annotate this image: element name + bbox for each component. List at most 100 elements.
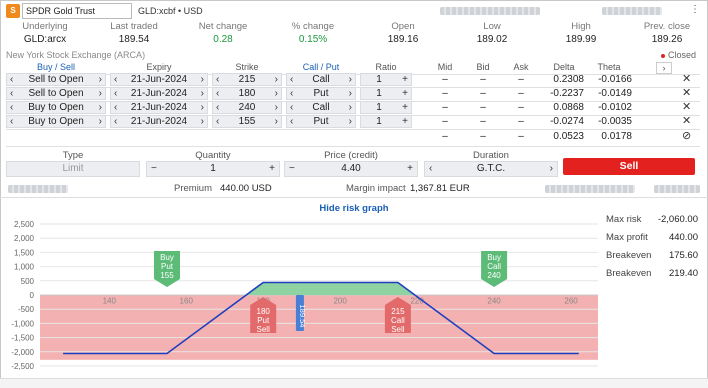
- ratio-value[interactable]: 1: [361, 88, 397, 99]
- ratio-stepper[interactable]: 1 +: [360, 115, 412, 128]
- call-put-select[interactable]: ‹ Put ›: [286, 115, 356, 128]
- ratio-stepper[interactable]: 1 +: [360, 101, 412, 114]
- theta-value: -0.0166: [598, 74, 632, 85]
- instrument-search-input[interactable]: SPDR Gold Trust: [22, 3, 132, 19]
- chevron-right-icon[interactable]: ›: [550, 162, 553, 176]
- duration-value[interactable]: G.T.C.: [477, 163, 505, 174]
- call-put-select[interactable]: ‹ Call ›: [286, 73, 356, 86]
- chevron-left-icon[interactable]: ‹: [10, 74, 13, 85]
- chevron-right-icon[interactable]: ›: [99, 116, 102, 127]
- ratio-stepper[interactable]: 1 +: [360, 87, 412, 100]
- window-menu-icon[interactable]: ⋮: [690, 3, 700, 17]
- strike-select[interactable]: ‹ 155 ›: [212, 115, 282, 128]
- strike-value[interactable]: 215: [223, 74, 271, 85]
- clear-all-icon[interactable]: ⊘: [682, 130, 691, 143]
- expiry-value[interactable]: 21-Jun-2024: [121, 116, 197, 127]
- chevron-left-icon[interactable]: ‹: [290, 102, 293, 113]
- expiry-value[interactable]: 21-Jun-2024: [121, 102, 197, 113]
- chevron-left-icon[interactable]: ‹: [114, 102, 117, 113]
- expiry-select[interactable]: ‹ 21-Jun-2024 ›: [110, 101, 208, 114]
- side-value[interactable]: Buy to Open: [17, 102, 95, 113]
- expiry-select[interactable]: ‹ 21-Jun-2024 ›: [110, 115, 208, 128]
- quantity-value[interactable]: 1: [210, 163, 216, 174]
- chevron-right-icon[interactable]: ›: [275, 88, 278, 99]
- duration-select[interactable]: ‹ G.T.C. ›: [424, 161, 558, 177]
- expiry-select[interactable]: ‹ 21-Jun-2024 ›: [110, 73, 208, 86]
- plus-icon[interactable]: +: [407, 162, 413, 176]
- call-put-value[interactable]: Put: [297, 116, 345, 127]
- side-value[interactable]: Sell to Open: [17, 88, 95, 99]
- chevron-right-icon[interactable]: ›: [99, 88, 102, 99]
- remove-leg-icon[interactable]: ✕: [682, 101, 691, 114]
- chevron-right-icon[interactable]: ›: [349, 116, 352, 127]
- call-put-select[interactable]: ‹ Put ›: [286, 87, 356, 100]
- call-put-value[interactable]: Call: [297, 102, 345, 113]
- expiry-value[interactable]: 21-Jun-2024: [121, 74, 197, 85]
- minus-icon[interactable]: −: [289, 162, 295, 176]
- strike-select[interactable]: ‹ 215 ›: [212, 73, 282, 86]
- chevron-right-icon[interactable]: ›: [349, 102, 352, 113]
- strike-select[interactable]: ‹ 180 ›: [212, 87, 282, 100]
- chevron-right-icon[interactable]: ›: [275, 116, 278, 127]
- strike-value[interactable]: 155: [223, 116, 271, 127]
- price-stepper[interactable]: − 4.40 +: [284, 161, 418, 177]
- chevron-left-icon[interactable]: ‹: [290, 88, 293, 99]
- remove-leg-icon[interactable]: ✕: [682, 73, 691, 86]
- chevron-left-icon[interactable]: ‹: [429, 162, 432, 176]
- plus-icon[interactable]: +: [402, 116, 408, 127]
- chevron-left-icon[interactable]: ‹: [216, 74, 219, 85]
- underlying-value[interactable]: GLD:arcx: [0, 34, 90, 47]
- chevron-right-icon[interactable]: ›: [201, 74, 204, 85]
- quantity-stepper[interactable]: − 1 +: [146, 161, 280, 177]
- chevron-left-icon[interactable]: ‹: [216, 102, 219, 113]
- ratio-stepper[interactable]: 1 +: [360, 73, 412, 86]
- hide-risk-graph-link[interactable]: Hide risk graph: [0, 203, 708, 214]
- chevron-left-icon[interactable]: ‹: [114, 88, 117, 99]
- side-select[interactable]: ‹ Sell to Open ›: [6, 87, 106, 100]
- chevron-right-icon[interactable]: ›: [349, 74, 352, 85]
- expiry-select[interactable]: ‹ 21-Jun-2024 ›: [110, 87, 208, 100]
- side-value[interactable]: Buy to Open: [17, 116, 95, 127]
- minus-icon[interactable]: −: [151, 162, 157, 176]
- chevron-left-icon[interactable]: ‹: [216, 116, 219, 127]
- side-value[interactable]: Sell to Open: [17, 74, 95, 85]
- strike-select[interactable]: ‹ 240 ›: [212, 101, 282, 114]
- call-put-select[interactable]: ‹ Call ›: [286, 101, 356, 114]
- call-put-value[interactable]: Call: [297, 74, 345, 85]
- chevron-left-icon[interactable]: ‹: [290, 74, 293, 85]
- ratio-value[interactable]: 1: [361, 74, 397, 85]
- chevron-left-icon[interactable]: ‹: [10, 102, 13, 113]
- chevron-right-icon[interactable]: ›: [349, 88, 352, 99]
- chevron-left-icon[interactable]: ‹: [216, 88, 219, 99]
- chevron-left-icon[interactable]: ‹: [10, 116, 13, 127]
- side-select[interactable]: ‹ Buy to Open ›: [6, 115, 106, 128]
- chevron-left-icon[interactable]: ‹: [10, 88, 13, 99]
- ratio-value[interactable]: 1: [361, 116, 397, 127]
- chevron-left-icon[interactable]: ‹: [290, 116, 293, 127]
- chevron-right-icon[interactable]: ›: [201, 116, 204, 127]
- chevron-right-icon[interactable]: ›: [99, 102, 102, 113]
- remove-leg-icon[interactable]: ✕: [682, 115, 691, 128]
- plus-icon[interactable]: +: [402, 102, 408, 113]
- chevron-left-icon[interactable]: ‹: [114, 116, 117, 127]
- chevron-right-icon[interactable]: ›: [275, 102, 278, 113]
- chevron-right-icon[interactable]: ›: [201, 102, 204, 113]
- call-put-value[interactable]: Put: [297, 88, 345, 99]
- strike-value[interactable]: 240: [223, 102, 271, 113]
- remove-leg-icon[interactable]: ✕: [682, 87, 691, 100]
- chevron-right-icon[interactable]: ›: [275, 74, 278, 85]
- ratio-value[interactable]: 1: [361, 102, 397, 113]
- chevron-right-icon[interactable]: ›: [201, 88, 204, 99]
- plus-icon[interactable]: +: [269, 162, 275, 176]
- strike-value[interactable]: 180: [223, 88, 271, 99]
- sell-button[interactable]: Sell: [563, 158, 695, 175]
- chevron-left-icon[interactable]: ‹: [114, 74, 117, 85]
- price-value[interactable]: 4.40: [341, 163, 360, 174]
- bid-value: –: [480, 74, 486, 85]
- plus-icon[interactable]: +: [402, 88, 408, 99]
- plus-icon[interactable]: +: [402, 74, 408, 85]
- chevron-right-icon[interactable]: ›: [99, 74, 102, 85]
- side-select[interactable]: ‹ Sell to Open ›: [6, 73, 106, 86]
- expiry-value[interactable]: 21-Jun-2024: [121, 88, 197, 99]
- side-select[interactable]: ‹ Buy to Open ›: [6, 101, 106, 114]
